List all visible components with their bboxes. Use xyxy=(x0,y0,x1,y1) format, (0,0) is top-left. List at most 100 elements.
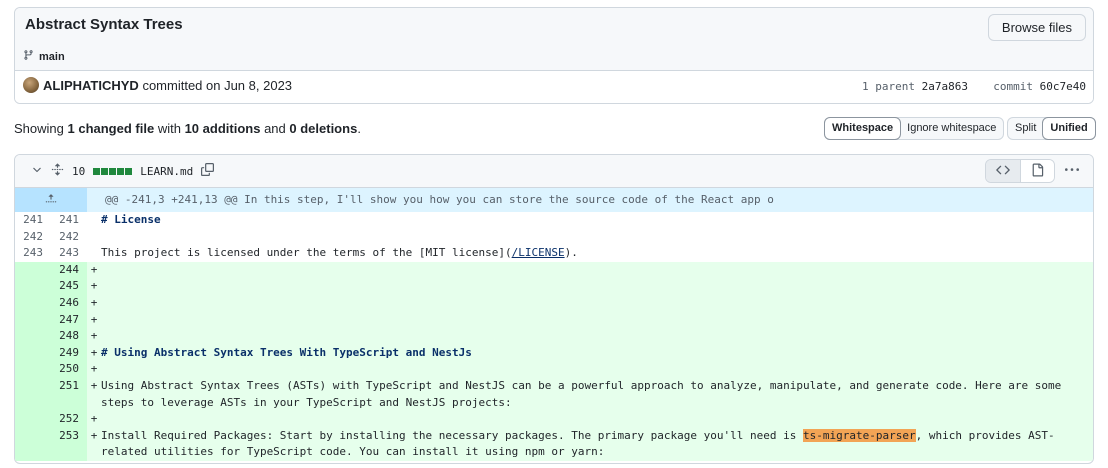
new-line-number[interactable]: 249 xyxy=(51,344,87,362)
added-line: 248 + xyxy=(15,328,1093,345)
new-line-number[interactable]: 244 xyxy=(51,261,87,279)
old-line-number[interactable] xyxy=(15,377,51,412)
line-sign: + xyxy=(90,428,98,442)
added-line: 246 + xyxy=(15,294,1093,312)
file-icon xyxy=(1031,163,1044,180)
whitespace-option[interactable]: Whitespace xyxy=(824,117,902,140)
line-sign: + xyxy=(90,312,98,326)
file-header: 10 LEARN.md xyxy=(15,155,1093,188)
license-link[interactable]: /LICENSE xyxy=(512,246,565,259)
line-code: # Using Abstract Syntax Trees With TypeS… xyxy=(101,345,1093,362)
rich-view-button[interactable] xyxy=(1020,160,1054,182)
browse-files-button[interactable]: Browse files xyxy=(987,14,1086,41)
line-code xyxy=(101,278,1093,295)
old-line-number[interactable] xyxy=(15,311,51,329)
code-icon xyxy=(996,163,1010,180)
new-line-number[interactable]: 241 xyxy=(51,212,87,229)
line-code: # License xyxy=(101,212,1093,229)
author-line: ALIPHATICHYD committed on Jun 8, 2023 xyxy=(43,78,292,93)
file-name[interactable]: LEARN.md xyxy=(140,165,193,178)
line-code: Install Required Packages: Start by inst… xyxy=(101,428,1093,461)
line-sign: + xyxy=(90,362,98,376)
new-line-number[interactable]: 246 xyxy=(51,294,87,312)
new-line-number[interactable]: 243 xyxy=(51,245,87,262)
old-line-number[interactable] xyxy=(15,261,51,279)
unified-view-option[interactable]: Unified xyxy=(1042,117,1096,140)
line-code xyxy=(101,361,1093,378)
summary-and: and xyxy=(264,121,286,136)
expand-all-icon[interactable] xyxy=(51,163,64,179)
committed-date: committed on Jun 8, 2023 xyxy=(142,78,293,93)
parent-sha-link[interactable]: 2a7a863 xyxy=(922,80,968,93)
whitespace-toggle: Whitespace Ignore whitespace xyxy=(824,117,1005,140)
author-avatar[interactable] xyxy=(23,77,39,93)
file-view-toggle xyxy=(985,159,1055,183)
hunk-header-text: @@ -241,3 +241,13 @@ In this step, I'll … xyxy=(105,193,774,206)
diff-line: 241 241 # License xyxy=(15,212,1093,229)
added-line: 251 + Using Abstract Syntax Trees (ASTs)… xyxy=(15,377,1093,412)
line-sign xyxy=(87,245,101,262)
old-line-number[interactable] xyxy=(15,294,51,312)
parent-label: 1 parent xyxy=(862,80,916,93)
old-line-number[interactable]: 241 xyxy=(15,212,51,229)
old-line-number[interactable] xyxy=(15,361,51,378)
branch-indicator[interactable]: main xyxy=(23,49,65,64)
new-line-number[interactable]: 245 xyxy=(51,278,87,295)
expand-up-button[interactable] xyxy=(15,188,87,212)
added-line: 252 + xyxy=(15,411,1093,428)
author-name[interactable]: ALIPHATICHYD xyxy=(43,78,139,93)
commit-meta: ALIPHATICHYD committed on Jun 8, 2023 1 … xyxy=(15,71,1093,103)
new-line-number[interactable]: 251 xyxy=(51,377,87,412)
line-sign: + xyxy=(90,345,98,359)
old-line-number[interactable] xyxy=(15,411,51,428)
commit-title-bar: Abstract Syntax Trees Browse files main xyxy=(15,8,1093,71)
change-count: 10 xyxy=(72,164,86,178)
new-line-number[interactable]: 242 xyxy=(51,229,87,246)
more-options-button[interactable] xyxy=(1059,159,1085,183)
new-line-number[interactable]: 253 xyxy=(51,427,87,461)
added-line: 250 + xyxy=(15,361,1093,378)
old-line-number[interactable] xyxy=(15,328,51,345)
old-line-number[interactable] xyxy=(15,278,51,295)
heading-text: # License xyxy=(101,213,161,226)
commit-sha: 60c7e40 xyxy=(1039,80,1086,93)
diff-line: 243 243 This project is licensed under t… xyxy=(15,245,1093,262)
code-view-button[interactable] xyxy=(986,160,1020,182)
diff-table: @@ -241,3 +241,13 @@ In this step, I'll … xyxy=(15,188,1093,461)
kebab-horizontal-icon xyxy=(1065,163,1079,180)
changed-files-count: 1 changed file xyxy=(67,121,155,136)
deletions-count: 0 deletions xyxy=(289,121,358,136)
line-sign: + xyxy=(90,262,98,276)
line-code xyxy=(101,295,1093,312)
diffstat-blocks xyxy=(93,167,133,175)
new-line-number[interactable]: 247 xyxy=(51,311,87,329)
old-line-number[interactable]: 242 xyxy=(15,229,51,246)
old-line-number[interactable] xyxy=(15,427,51,461)
old-line-number[interactable] xyxy=(15,344,51,362)
additions-count: 10 additions xyxy=(184,121,261,136)
new-line-number[interactable]: 250 xyxy=(51,361,87,378)
line-sign: + xyxy=(90,279,98,293)
line-sign: + xyxy=(90,378,98,392)
view-mode-toggle: Split Unified xyxy=(1007,117,1096,140)
added-line: 249 + # Using Abstract Syntax Trees With… xyxy=(15,344,1093,362)
line-text: This project is licensed under the terms… xyxy=(101,246,512,260)
commit-label: commit xyxy=(993,80,1034,93)
line-sign xyxy=(87,212,101,229)
new-line-number[interactable]: 252 xyxy=(51,411,87,428)
split-view-option[interactable]: Split xyxy=(1008,118,1043,139)
ignore-whitespace-option[interactable]: Ignore whitespace xyxy=(900,118,1003,139)
file-diff: 10 LEARN.md @@ -241,3 +241,13 @@ In this… xyxy=(14,154,1094,464)
line-code: Using Abstract Syntax Trees (ASTs) with … xyxy=(101,378,1068,409)
old-line-number[interactable]: 243 xyxy=(15,245,51,262)
line-code: This project is licensed under the terms… xyxy=(101,245,1093,262)
chevron-down-icon[interactable] xyxy=(31,164,43,179)
line-sign: + xyxy=(90,295,98,309)
commit-header: Abstract Syntax Trees Browse files main … xyxy=(14,7,1094,104)
new-line-number[interactable]: 248 xyxy=(51,328,87,345)
summary-prefix: Showing xyxy=(14,121,64,136)
git-branch-icon xyxy=(23,49,34,64)
line-code xyxy=(101,312,1093,329)
added-line: 253 + Install Required Packages: Start b… xyxy=(15,427,1093,461)
copy-icon[interactable] xyxy=(201,163,215,179)
